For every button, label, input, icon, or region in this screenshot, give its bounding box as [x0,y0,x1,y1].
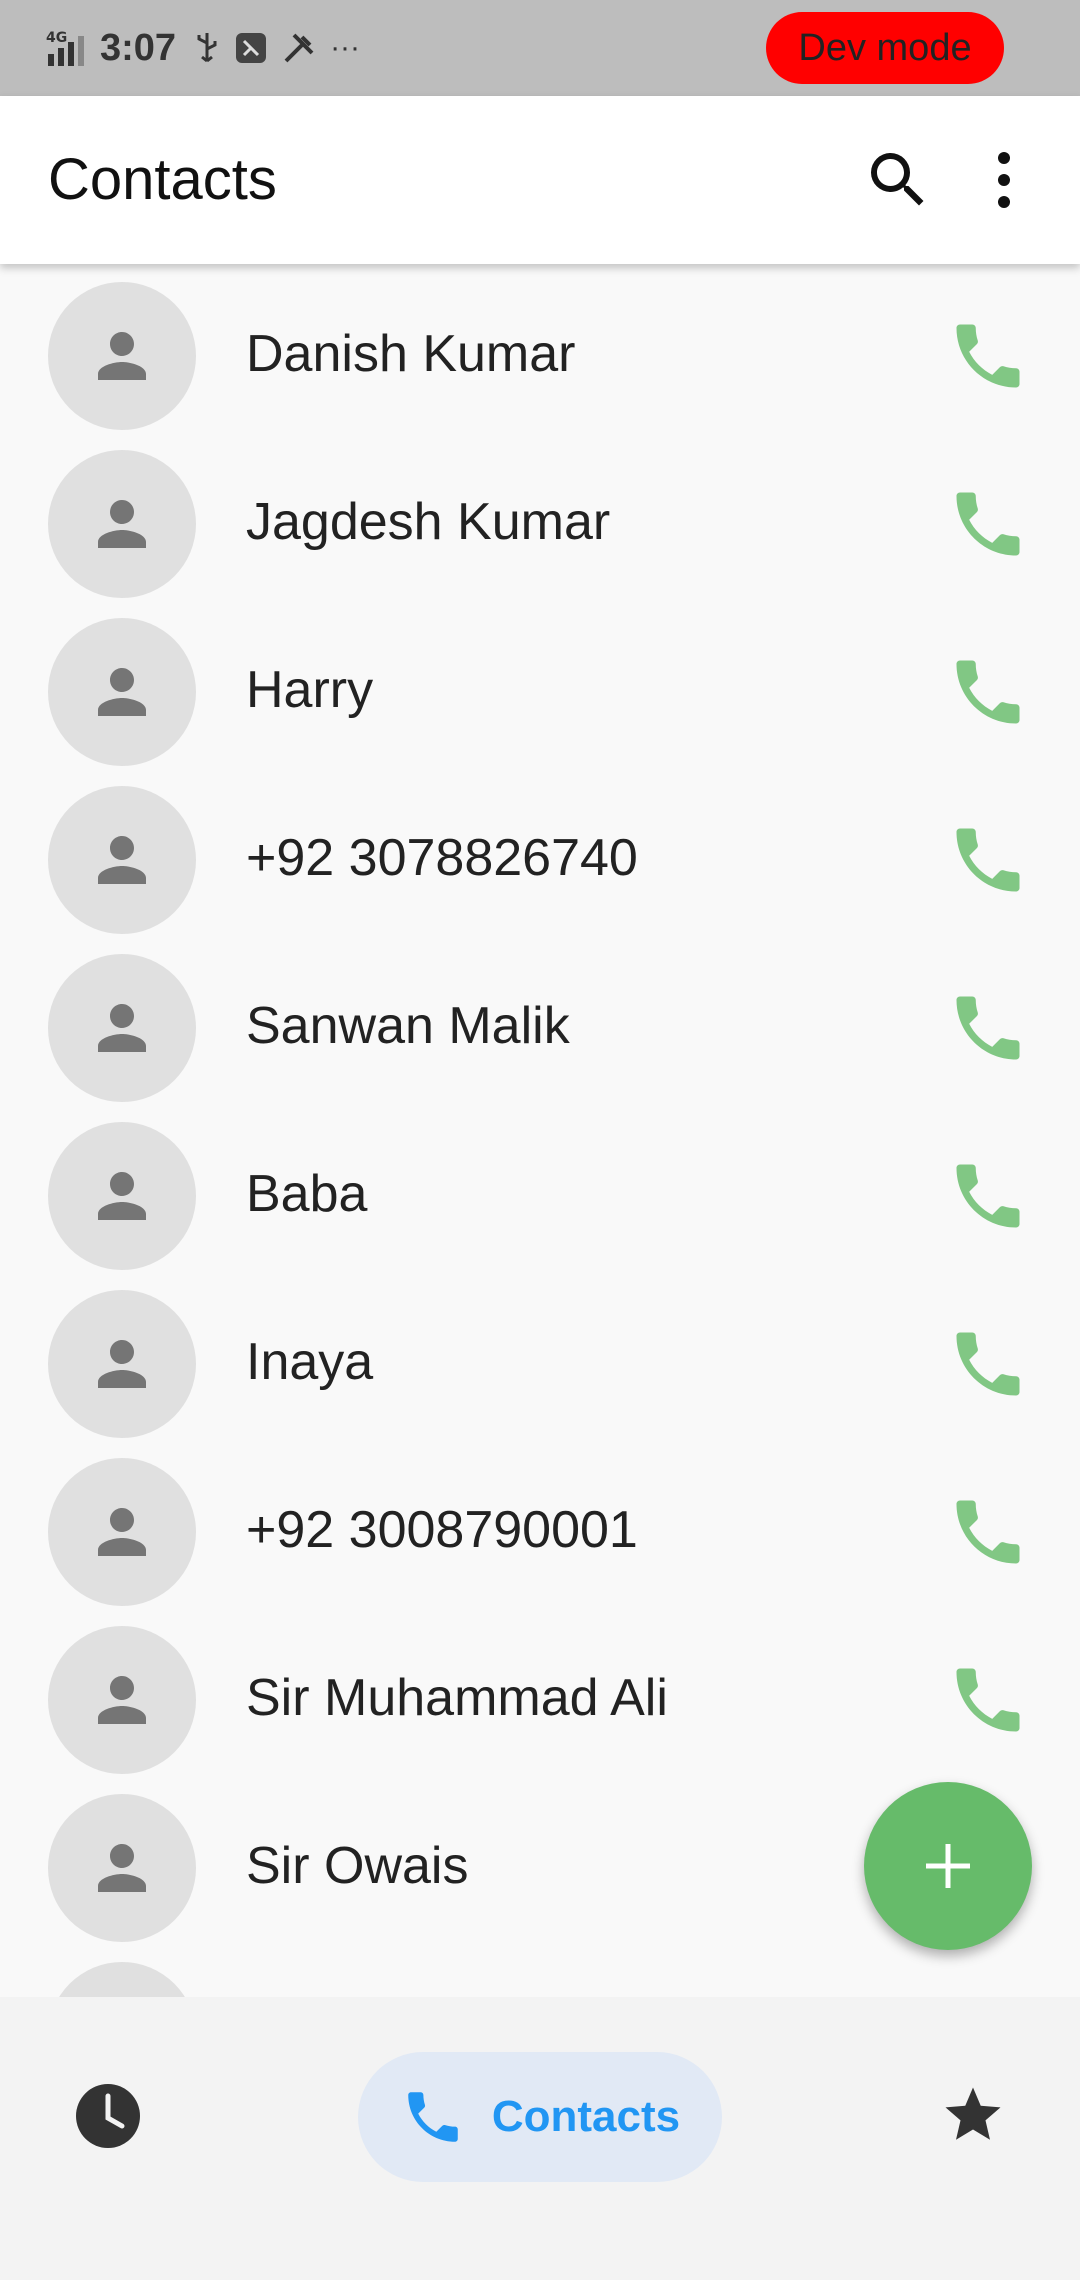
nav-contacts[interactable]: Contacts [358,2052,722,2182]
call-button[interactable] [944,1488,1032,1576]
status-left: 4G 3:07 ··· [44,27,360,70]
contact-row[interactable]: +92 3078826740 [0,776,1080,944]
person-icon [98,1676,146,1724]
avatar [48,954,196,1102]
search-icon [871,153,924,206]
call-button[interactable] [944,1152,1032,1240]
contact-row[interactable] [0,1952,1080,1997]
status-icons: ··· [194,31,360,65]
bottom-navigation: Contacts [0,1997,1080,2280]
more-vert-icon [998,152,1010,208]
clock-icon [76,2084,140,2148]
add-contact-button[interactable] [864,1782,1032,1950]
phone-icon [956,1164,1020,1228]
star-icon [945,2087,1001,2140]
call-button[interactable] [944,312,1032,400]
tools-icon [284,33,314,63]
phone-icon [956,1668,1020,1732]
avatar [48,786,196,934]
contact-name: Inaya [246,1333,374,1391]
contact-row[interactable]: +92 3008790001 [0,1448,1080,1616]
usb-icon [197,33,217,63]
person-icon [98,1844,146,1892]
phone-icon [956,1500,1020,1564]
phone-icon [956,324,1020,388]
plus-icon [926,1844,970,1888]
contact-row[interactable]: Jagdesh Kumar [0,440,1080,608]
nav-recents[interactable] [72,2080,144,2152]
person-icon [98,836,146,884]
contact-name: Sanwan Malik [246,997,570,1055]
contact-row[interactable]: Sanwan Malik [0,944,1080,1112]
contact-name: +92 3008790001 [246,1501,638,1559]
call-button[interactable] [944,648,1032,736]
call-button[interactable] [944,1320,1032,1408]
call-button[interactable] [944,984,1032,1072]
status-time: 3:07 [100,26,177,69]
avatar [48,450,196,598]
page-title: Contacts [48,147,277,212]
contact-row[interactable]: Baba [0,1112,1080,1280]
person-icon [98,500,146,548]
person-icon [98,1508,146,1556]
contact-list[interactable]: Danish Kumar Jagdesh Kumar Harry +92 307… [0,264,1080,1997]
overflow-menu-button[interactable] [980,144,1028,216]
nav-contacts-label: Contacts [491,2092,681,2141]
phone-icon [956,1332,1020,1396]
search-button[interactable] [862,144,934,216]
call-button[interactable] [944,816,1032,904]
contact-name: Baba [246,1165,368,1223]
call-button[interactable] [944,480,1032,568]
phone-icon [956,660,1020,724]
avatar [48,618,196,766]
contact-name: Harry [246,661,374,719]
app-bar: Contacts [0,96,1080,264]
person-icon [98,332,146,380]
contact-name: +92 3078826740 [246,829,638,887]
more-status-icon: ··· [330,31,361,64]
avatar [48,1962,196,1997]
avatar [48,1794,196,1942]
person-icon [98,1172,146,1220]
call-button[interactable] [944,1656,1032,1744]
dev-mode-badge: Dev mode [766,12,1004,84]
avatar [48,282,196,430]
contact-name: Jagdesh Kumar [246,493,611,551]
avatar [48,1122,196,1270]
person-icon [98,668,146,716]
contact-row[interactable]: Sir Muhammad Ali [0,1616,1080,1784]
debug-icon [236,33,267,63]
contact-row[interactable]: Inaya [0,1280,1080,1448]
avatar [48,1290,196,1438]
phone-icon [956,996,1020,1060]
avatar [48,1458,196,1606]
avatar [48,1626,196,1774]
contact-name: Sir Owais [246,1837,469,1895]
contact-row[interactable]: Danish Kumar [0,272,1080,440]
person-icon [98,1340,146,1388]
phone-icon [956,828,1020,892]
phone-icon [408,2092,458,2142]
contact-row[interactable]: Harry [0,608,1080,776]
contact-name: Sir Muhammad Ali [246,1669,668,1727]
signal-icon: 4G [46,30,84,66]
person-icon [98,1004,146,1052]
contact-name: Danish Kumar [246,325,576,383]
nav-favorites[interactable] [940,2082,1006,2148]
status-bar: 4G 3:07 ··· Dev mode [0,0,1080,96]
svg-text:4G: 4G [46,30,67,46]
phone-icon [956,492,1020,556]
